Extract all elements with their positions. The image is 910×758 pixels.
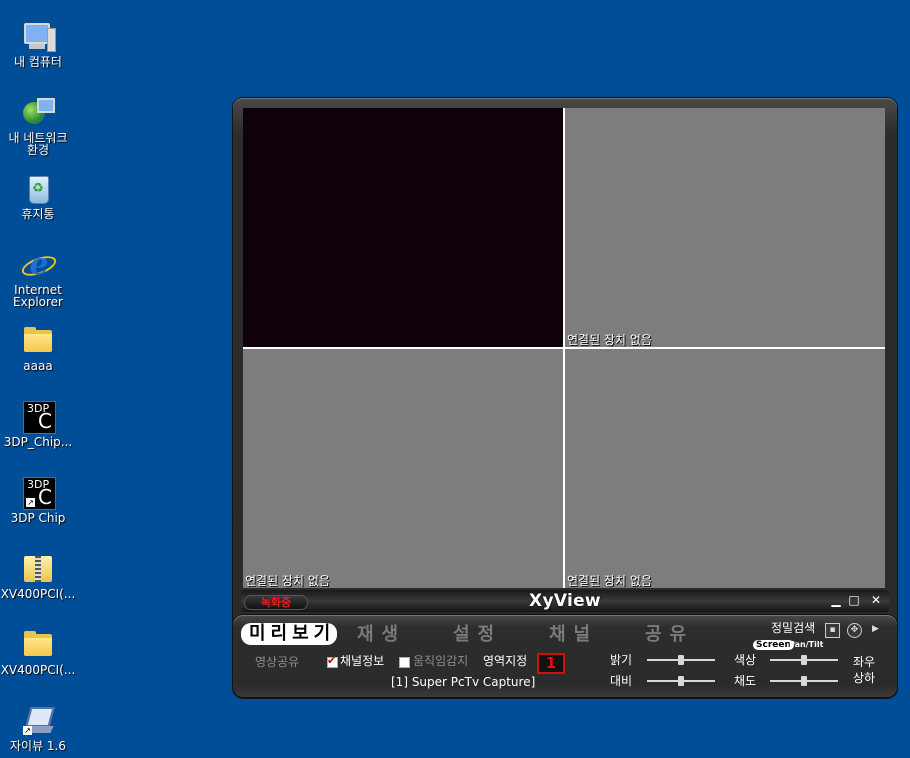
zip-folder-icon [21, 552, 55, 586]
tab-preview[interactable]: 미리보기 [241, 623, 338, 645]
hue-label: 색상 [734, 653, 757, 667]
no-device-label: 연결된 장치 없음 [245, 574, 330, 588]
channel-info-label: 채널정보 [340, 654, 385, 668]
pan-tilt-button[interactable]: Pan/Tilt [789, 640, 823, 650]
desktop-icon-label: Internet Explorer [13, 283, 63, 309]
recycle-bin-icon: ♻ [21, 172, 55, 206]
saturation-label: 채도 [734, 674, 757, 688]
desktop-icon-xyview[interactable]: ↗ 자이뷰 1.6 [0, 704, 76, 752]
maximize-button[interactable]: □ [847, 593, 861, 607]
network-places-icon [21, 96, 55, 130]
precise-search-label[interactable]: 정밀검색 [771, 621, 815, 635]
channel-info-checkbox[interactable] [327, 654, 338, 668]
hue-slider[interactable] [770, 655, 838, 665]
internet-explorer-icon: e [19, 248, 59, 282]
title-status-bar: 녹화중 XyView ▁ □ ✕ [241, 590, 889, 612]
brightness-slider[interactable] [647, 655, 715, 665]
desktop-icon-3dp-chip-shortcut[interactable]: 3DP C ↗ 3DP Chip [0, 476, 76, 524]
3dp-chip-icon: 3DP C [21, 400, 56, 434]
desktop-icon-label: aaaa [23, 359, 53, 373]
desktop-icon-internet-explorer[interactable]: e Internet Explorer [0, 248, 76, 309]
desktop-icon-label: 3DP Chip [10, 511, 66, 525]
left-right-flip-button[interactable]: 좌우 [853, 655, 875, 669]
video-cell-2[interactable]: 연결된 장치 없음 [565, 108, 885, 347]
up-down-flip-button[interactable]: 상하 [853, 671, 875, 685]
desktop-icon-xv400pci-zip[interactable]: XV400PCI(... [0, 552, 76, 600]
desktop-icon-label: 휴지통 [21, 207, 55, 221]
motion-detect-checkbox[interactable] [399, 657, 410, 668]
slider-knob[interactable] [678, 655, 684, 665]
xyview-window: 연결된 장치 없음 연결된 장치 없음 연결된 장치 없음 녹화중 XyView… [233, 98, 897, 698]
folder-icon [21, 628, 55, 662]
region-number[interactable]: 1 [537, 653, 565, 674]
tab-share[interactable]: 공유 [645, 624, 694, 646]
slider-knob[interactable] [678, 676, 684, 686]
contrast-label: 대비 [610, 674, 633, 688]
slider-knob[interactable] [801, 655, 807, 665]
tab-channel[interactable]: 채널 [549, 624, 598, 646]
desktop-icon-xv400pci-folder[interactable]: XV400PCI(... [0, 628, 76, 676]
device-name: [1] Super PcTv Capture] [391, 675, 536, 689]
tab-settings[interactable]: 설정 [453, 624, 502, 646]
region-label[interactable]: 영역지정 [483, 654, 527, 668]
folder-icon [21, 324, 55, 358]
xyview-shortcut-icon: ↗ [21, 704, 55, 738]
close-button[interactable]: ✕ [869, 593, 883, 607]
video-cell-1[interactable] [243, 108, 563, 347]
desktop-icon-label: 내 네트워크 환경 [8, 131, 68, 157]
share-video-button[interactable]: 영상공유 [255, 655, 299, 669]
desktop-icon-aaaa[interactable]: aaaa [0, 324, 76, 372]
desktop-icon-my-computer[interactable]: 내 컴퓨터 [0, 20, 76, 68]
desktop-icon-label: 자이뷰 1.6 [9, 739, 67, 753]
my-computer-icon [21, 20, 56, 54]
no-device-label: 연결된 장치 없음 [567, 574, 652, 588]
desktop-icon-3dp-chip-folder[interactable]: 3DP C 3DP_Chip... [0, 400, 76, 448]
contrast-slider[interactable] [647, 676, 715, 686]
video-cell-3[interactable]: 연결된 장치 없음 [243, 349, 563, 588]
minimize-button[interactable]: ▁ [829, 593, 843, 607]
screen-button[interactable]: Screen [753, 640, 794, 650]
desktop-icon-recycle-bin[interactable]: ♻ 휴지통 [0, 172, 76, 220]
desktop-icon-label: 3DP_Chip... [3, 435, 73, 449]
tab-playback[interactable]: 재생 [357, 624, 406, 646]
desktop-icon-label: 내 컴퓨터 [14, 55, 62, 69]
control-panel: 미리보기 재생 설정 채널 공유 영상공유 채널정보 움직임감지 영역지정 1 … [233, 615, 897, 697]
desktop-icon-label: XV400PCI(... [0, 587, 76, 601]
motion-detect-label: 움직임감지 [413, 654, 469, 668]
slider-knob[interactable] [801, 676, 807, 686]
3dp-chip-shortcut-icon: 3DP C ↗ [21, 476, 56, 510]
brightness-label: 밝기 [610, 653, 633, 667]
no-device-label: 연결된 장치 없음 [567, 333, 652, 347]
app-title: XyView [529, 591, 601, 611]
video-cell-4[interactable]: 연결된 장치 없음 [565, 349, 885, 588]
desktop-icon-network-places[interactable]: 내 네트워크 환경 [0, 96, 76, 156]
save-icon[interactable]: ▪ [825, 623, 840, 638]
saturation-slider[interactable] [770, 676, 838, 686]
desktop-icon-label: XV400PCI(... [0, 663, 76, 677]
ptz-icon[interactable]: ✥ [847, 623, 862, 638]
camera-icon[interactable]: ▶ [869, 623, 882, 636]
video-grid: 연결된 장치 없음 연결된 장치 없음 연결된 장치 없음 [243, 108, 885, 588]
